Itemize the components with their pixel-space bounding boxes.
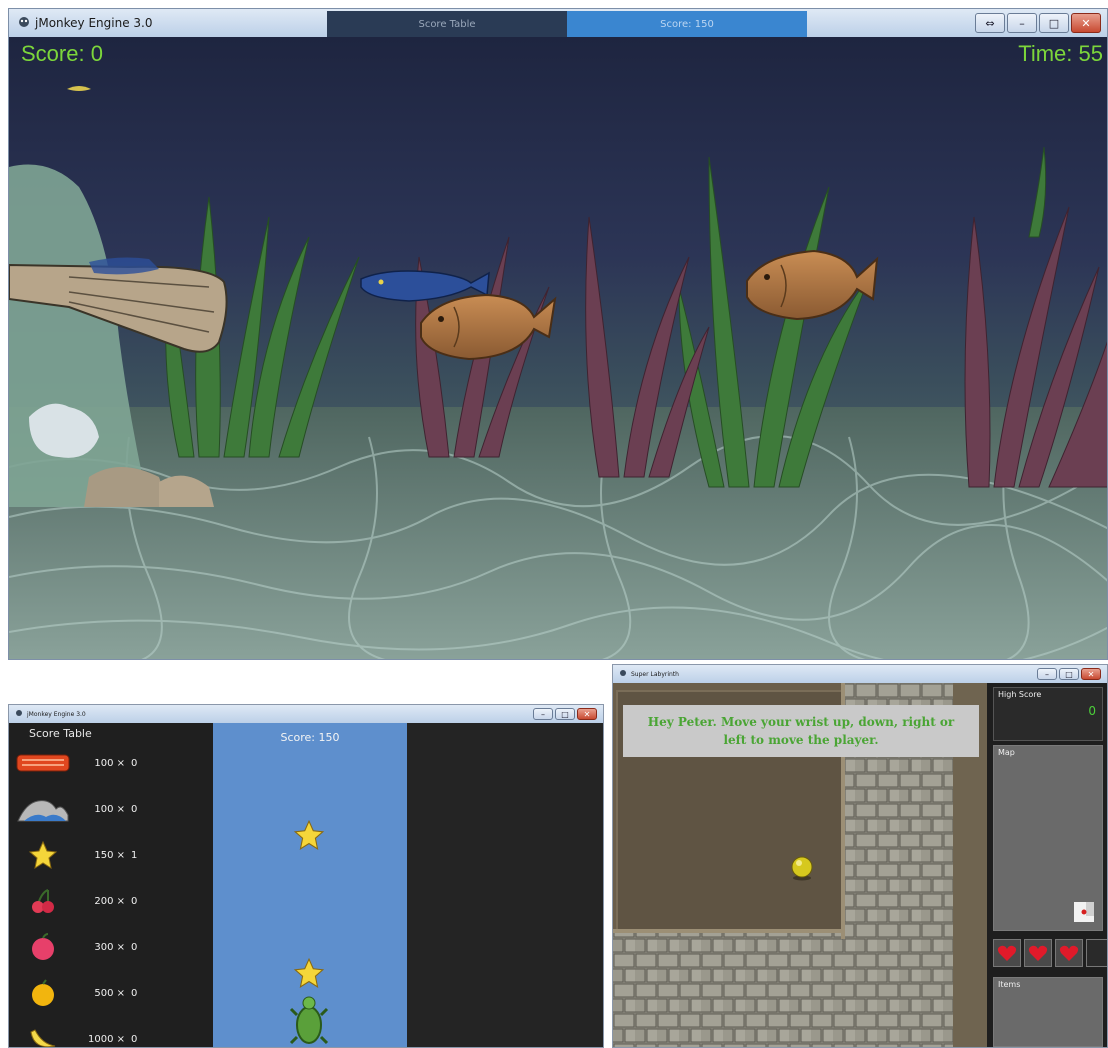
score-row: 100 × 0: [15, 743, 137, 783]
score-table-panel: Score Table 100 × 0 100 × 0 150 × 1 200 …: [9, 723, 213, 1047]
score-table-window: jMonkey Engine 3.0 – □ ✕ Score Table 100…: [8, 704, 604, 1048]
score-row: 200 × 0: [15, 881, 137, 921]
jmonkey-icon: [619, 669, 627, 679]
minimize-button[interactable]: –: [1037, 668, 1057, 680]
heart-icon: [1055, 939, 1083, 967]
score-display: Score: 0: [21, 41, 103, 66]
player-ball: [791, 856, 813, 881]
items-label: Items: [998, 980, 1021, 989]
maze-game-window: Super Labyrinth – □ ✕ Hey Peter. Move yo…: [612, 664, 1108, 1048]
heart-icon: [993, 939, 1021, 967]
turtle-player-icon: [289, 996, 329, 1045]
window-title: jMonkey Engine 3.0: [35, 16, 153, 30]
banana-icon: [15, 1022, 71, 1047]
minimap-icon: [1074, 902, 1094, 922]
jmonkey-icon: [15, 709, 23, 719]
window-title: Super Labyrinth: [631, 670, 679, 678]
star-icon: [15, 838, 71, 872]
title-bar[interactable]: jMonkey Engine 3.0 Score Table Score: 15…: [9, 9, 1107, 37]
high-score-panel: High Score 0: [993, 687, 1103, 741]
items-panel: Items: [993, 977, 1103, 1047]
maximize-button[interactable]: □: [555, 708, 575, 720]
falling-star-icon: [293, 819, 325, 850]
empty-heart-slot: [1086, 939, 1107, 967]
close-button[interactable]: ✕: [577, 708, 597, 720]
orange-icon: [15, 976, 71, 1010]
high-score-label: High Score: [998, 690, 1042, 699]
apple-icon: [15, 930, 71, 964]
current-score: Score: 150: [280, 731, 340, 744]
heart-icon: [1024, 939, 1052, 967]
score-row: 100 × 0: [15, 789, 137, 829]
side-panel: High Score 0 Map Items: [987, 683, 1107, 1047]
title-bar[interactable]: jMonkey Engine 3.0 – □ ✕: [9, 705, 603, 723]
cherry-icon: [15, 884, 71, 918]
score-row: 150 × 1: [15, 835, 137, 875]
lives-bar: [993, 939, 1107, 967]
game-lane: Score: 150: [213, 723, 407, 1047]
falling-star-icon: [293, 957, 325, 988]
score-row: 300 × 0: [15, 927, 137, 967]
restore-icon[interactable]: ⇔: [975, 13, 1005, 33]
empty-panel: [407, 723, 603, 1047]
minimize-button[interactable]: –: [1007, 13, 1037, 33]
jmonkey-icon: [17, 15, 31, 32]
score-row: 1000 × 0: [15, 1019, 137, 1047]
wave-icon: [15, 792, 71, 826]
map-label: Map: [998, 748, 1015, 757]
fish-game-window: jMonkey Engine 3.0 Score Table Score: 15…: [8, 8, 1108, 660]
map-panel: Map: [993, 745, 1103, 931]
title-bar[interactable]: Super Labyrinth – □ ✕: [613, 665, 1107, 683]
high-score-value: 0: [1088, 704, 1096, 718]
close-button[interactable]: ✕: [1071, 13, 1101, 33]
instruction-message: Hey Peter. Move your wrist up, down, rig…: [623, 705, 979, 757]
score-table-heading: Score Table: [29, 727, 92, 740]
maze-view: Hey Peter. Move your wrist up, down, rig…: [613, 683, 987, 1047]
close-button[interactable]: ✕: [1081, 668, 1101, 680]
underwater-scene: Score: 0 Time: 55: [9, 37, 1107, 659]
salmon-icon: [15, 746, 71, 780]
score-row: 500 × 0: [15, 973, 137, 1013]
time-display: Time: 55: [1018, 41, 1103, 66]
minimize-button[interactable]: –: [533, 708, 553, 720]
maximize-button[interactable]: □: [1039, 13, 1069, 33]
maximize-button[interactable]: □: [1059, 668, 1079, 680]
window-title: jMonkey Engine 3.0: [27, 710, 86, 718]
background-window-tab[interactable]: Score: 150: [567, 11, 807, 37]
background-window-tab[interactable]: Score Table: [327, 11, 567, 37]
